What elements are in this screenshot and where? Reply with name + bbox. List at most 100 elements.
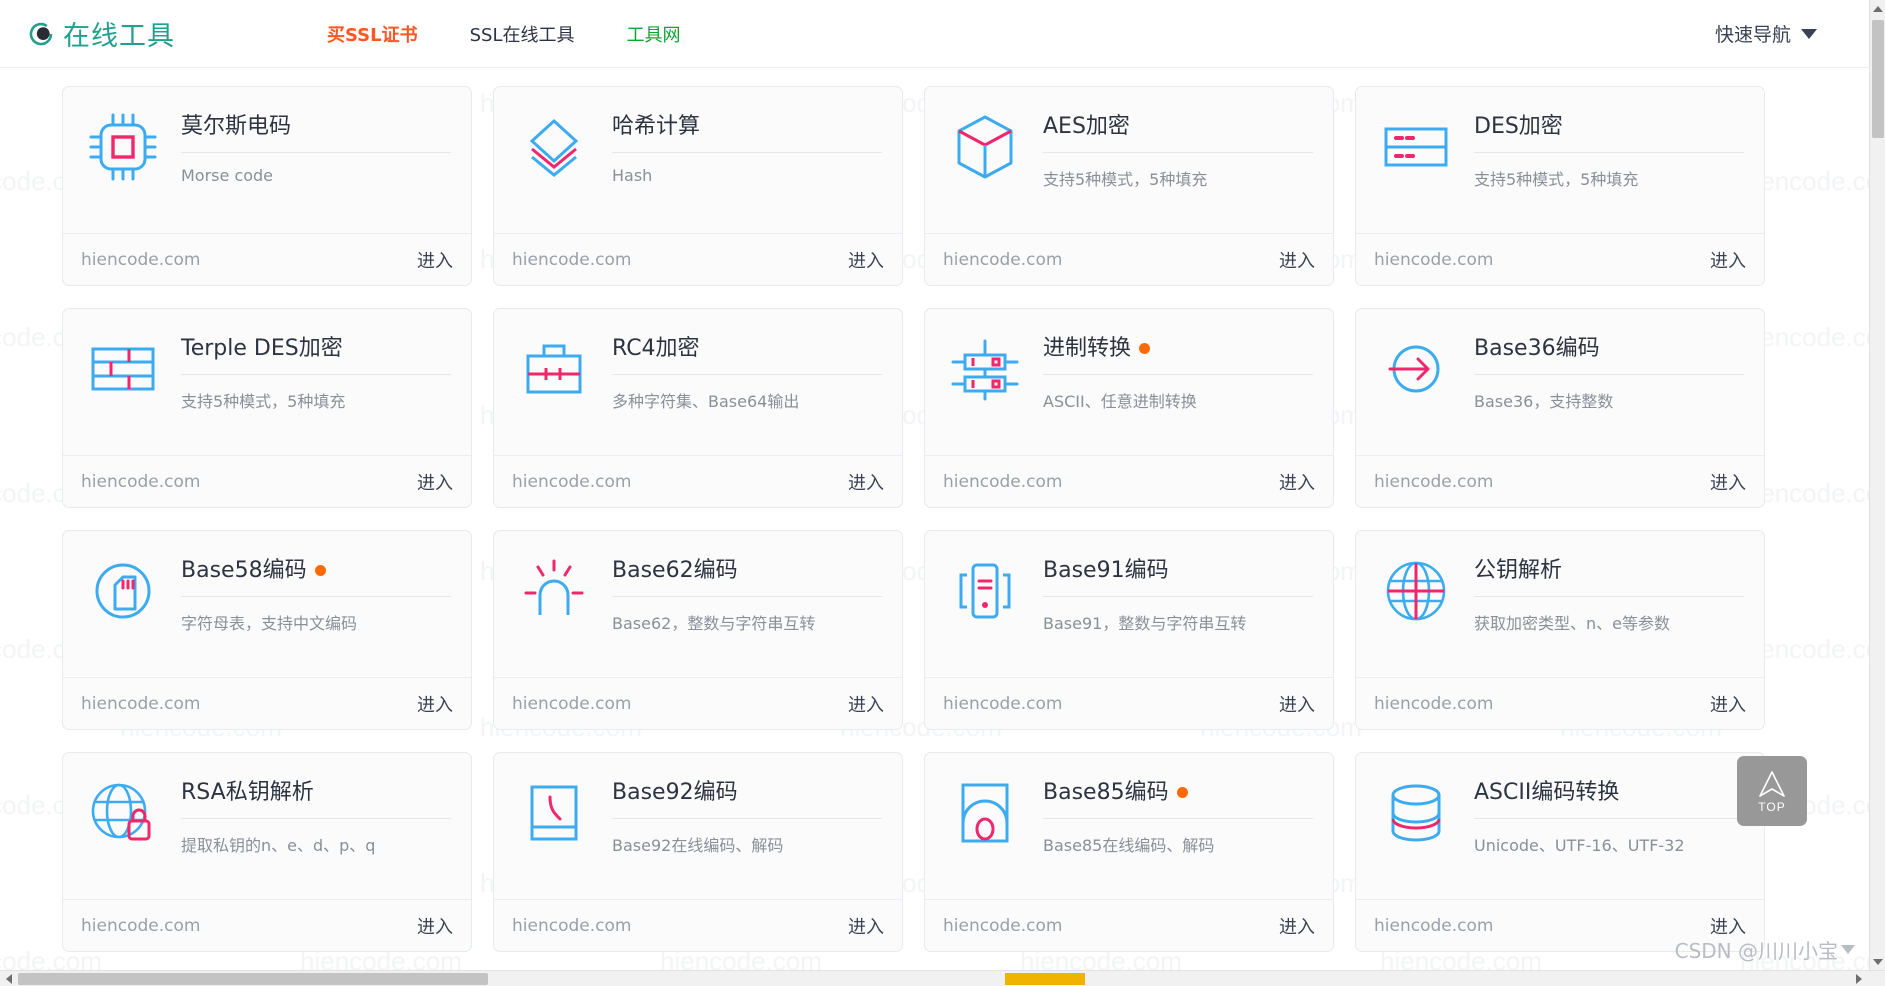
tool-card[interactable]: Base36编码 Base36，支持整数 hiencode.com 进入 [1355, 308, 1765, 508]
tool-card-title-row: 莫尔斯电码 [181, 113, 451, 141]
tool-card[interactable]: Base58编码 字符母表，支持中文编码 hiencode.com 进入 [62, 530, 472, 730]
tool-card-enter-link[interactable]: 进入 [848, 691, 884, 717]
tool-card[interactable]: Terple DES加密 支持5种模式，5种填充 hiencode.com 进入 [62, 308, 472, 508]
tool-card-title-row: RSA私钥解析 [181, 779, 451, 807]
tool-card-description: Base36，支持整数 [1474, 391, 1614, 411]
csdn-watermark: CSDN @川川小宝 [1675, 935, 1855, 964]
tool-card[interactable]: 进制转换 ASCII、任意进制转换 hiencode.com 进入 [924, 308, 1334, 508]
title-divider [181, 817, 451, 819]
tool-card-domain: hiencode.com [512, 471, 632, 492]
tool-card-enter-link[interactable]: 进入 [1279, 691, 1315, 717]
tool-card-enter-link[interactable]: 进入 [417, 913, 453, 939]
tool-card-description: 支持5种模式，5种填充 [181, 391, 346, 411]
tool-card-enter-link[interactable]: 进入 [417, 469, 453, 495]
brand-logo-icon [28, 21, 54, 47]
tool-card-title-row: AES加密 [1043, 113, 1313, 141]
tool-card-title: ASCII编码转换 [1474, 780, 1620, 805]
tool-card-title: Base36编码 [1474, 336, 1600, 361]
tool-card-footer: hiencode.com 进入 [63, 233, 471, 285]
tool-card-domain: hiencode.com [1374, 249, 1494, 270]
tool-card-title-row: Base91编码 [1043, 557, 1313, 585]
tool-card[interactable]: Base62编码 Base62，整数与字符串互转 hiencode.com 进入 [493, 530, 903, 730]
tool-card[interactable]: Base85编码 Base85在线编码、解码 hiencode.com 进入 [924, 752, 1334, 952]
vertical-scrollbar[interactable] [1869, 0, 1885, 970]
tool-card-enter-link[interactable]: 进入 [1710, 691, 1746, 717]
tool-card[interactable]: RSA私钥解析 提取私钥的n、e、d、p、q hiencode.com 进入 [62, 752, 472, 952]
tool-card-domain: hiencode.com [512, 693, 632, 714]
title-divider [1474, 373, 1744, 375]
tool-card-area: 莫尔斯电码 Morse code hiencode.com 进入 哈希计算 Hash hi… [0, 68, 1869, 986]
tool-card-enter-link[interactable]: 进入 [848, 469, 884, 495]
title-divider [612, 151, 882, 153]
cube-icon [943, 105, 1027, 189]
new-badge-dot-icon [1176, 787, 1188, 799]
tool-card-title: 莫尔斯电码 [181, 114, 292, 139]
scroll-up-arrow-icon[interactable] [1870, 0, 1885, 17]
tool-card-enter-link[interactable]: 进入 [848, 913, 884, 939]
tool-card-title-row: Base85编码 [1043, 779, 1313, 807]
horizontal-scrollbar-thumb[interactable] [18, 973, 488, 985]
brand[interactable]: 在线工具 [28, 14, 175, 53]
tool-card-enter-link[interactable]: 进入 [417, 691, 453, 717]
title-divider [612, 817, 882, 819]
tool-card-description: 支持5种模式，5种填充 [1474, 169, 1639, 189]
tool-card[interactable]: 哈希计算 Hash hiencode.com 进入 [493, 86, 903, 286]
scroll-right-arrow-icon[interactable] [1850, 971, 1867, 986]
scroll-left-arrow-icon[interactable] [0, 971, 17, 986]
tool-card-title-row: 公钥解析 [1474, 557, 1744, 585]
new-badge-dot-icon [1139, 343, 1151, 355]
tool-card-domain: hiencode.com [943, 915, 1063, 936]
tool-card[interactable]: 公钥解析 获取加密类型、n、e等参数 hiencode.com 进入 [1355, 530, 1765, 730]
chevron-down-icon [1801, 28, 1817, 39]
tool-card-description: ASCII、任意进制转换 [1043, 391, 1197, 411]
tool-card-domain: hiencode.com [81, 471, 201, 492]
quick-nav-dropdown[interactable]: 快速导航 [1715, 20, 1817, 47]
tool-card[interactable]: RC4加密 多种字符集、Base64输出 hiencode.com 进入 [493, 308, 903, 508]
tool-card[interactable]: 莫尔斯电码 Morse code hiencode.com 进入 [62, 86, 472, 286]
title-divider [1474, 817, 1744, 819]
tool-card-title: AES加密 [1043, 114, 1130, 139]
arrow-up-icon [1755, 769, 1789, 799]
tool-card-enter-link[interactable]: 进入 [1710, 469, 1746, 495]
vertical-scrollbar-thumb[interactable] [1872, 20, 1884, 138]
tool-card-enter-link[interactable]: 进入 [1279, 247, 1315, 273]
card-curve-icon [512, 771, 596, 855]
title-divider [1474, 595, 1744, 597]
nav-item-buy-ssl[interactable]: 买SSL证书 [327, 21, 418, 47]
briefcase-icon [512, 327, 596, 411]
tool-card-description: 提取私钥的n、e、d、p、q [181, 835, 376, 855]
tool-card-enter-link[interactable]: 进入 [1279, 469, 1315, 495]
tool-card-footer: hiencode.com 进入 [925, 233, 1333, 285]
horizontal-scrollbar[interactable] [0, 970, 1885, 986]
nav-item-toolsite[interactable]: 工具网 [626, 21, 680, 47]
tool-card-description: Morse code [181, 165, 274, 185]
tool-card-footer: hiencode.com 进入 [63, 455, 471, 507]
tool-card[interactable]: ASCII编码转换 Unicode、UTF-16、UTF-32 hiencode.c… [1355, 752, 1765, 952]
title-divider [612, 595, 882, 597]
database-cylinder-icon [1374, 771, 1458, 855]
tool-card[interactable]: DES加密 支持5种模式，5种填充 hiencode.com 进入 [1355, 86, 1765, 286]
tool-card-footer: hiencode.com 进入 [63, 677, 471, 729]
tool-card[interactable]: Base92编码 Base92在线编码、解码 hiencode.com 进入 [493, 752, 903, 952]
tool-card-title: RSA私钥解析 [181, 780, 314, 805]
tool-card-title: Base85编码 [1043, 780, 1169, 805]
nav-item-ssl-tools[interactable]: SSL在线工具 [470, 21, 575, 47]
scroll-down-arrow-icon[interactable] [1870, 953, 1885, 970]
title-divider [181, 595, 451, 597]
layers-icon [512, 105, 596, 189]
tool-card-enter-link[interactable]: 进入 [417, 247, 453, 273]
main-nav: 买SSL证书 SSL在线工具 工具网 [327, 21, 680, 47]
tool-card-footer: hiencode.com 进入 [494, 455, 902, 507]
tool-card-footer: hiencode.com 进入 [925, 677, 1333, 729]
tool-card[interactable]: Base91编码 Base91，整数与字符串互转 hiencode.com 进入 [924, 530, 1334, 730]
tool-card-description: Base91，整数与字符串互转 [1043, 613, 1247, 633]
tool-card-footer: hiencode.com 进入 [925, 899, 1333, 951]
tool-card-enter-link[interactable]: 进入 [1279, 913, 1315, 939]
tool-card-enter-link[interactable]: 进入 [848, 247, 884, 273]
tool-card-enter-link[interactable]: 进入 [1710, 247, 1746, 273]
title-divider [1043, 595, 1313, 597]
lightbulb-icon [512, 549, 596, 633]
tool-card[interactable]: AES加密 支持5种模式，5种填充 hiencode.com 进入 [924, 86, 1334, 286]
scroll-to-top-button[interactable]: TOP [1737, 756, 1807, 826]
tool-card-description: Base85在线编码、解码 [1043, 835, 1215, 855]
